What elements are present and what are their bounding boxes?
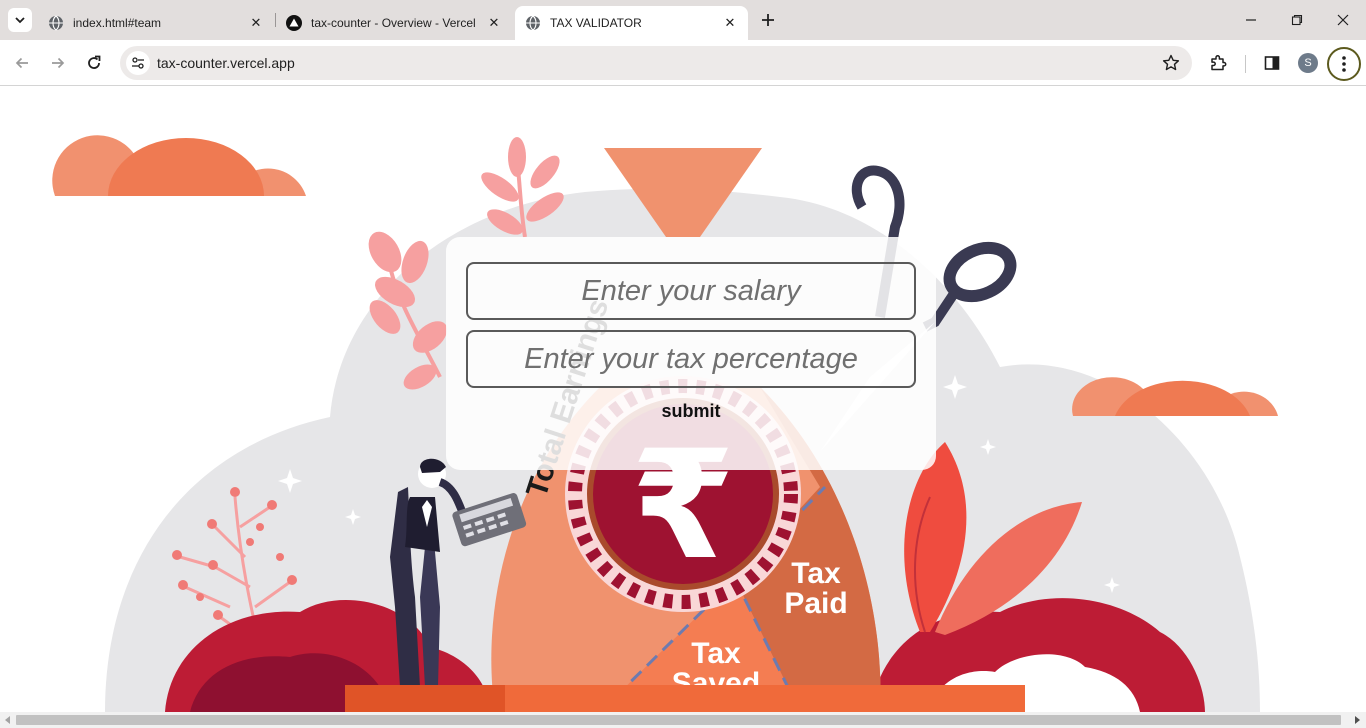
tab-vercel[interactable]: tax-counter - Overview - Vercel ✕ (276, 6, 512, 40)
toolbar-divider (1245, 55, 1246, 73)
orange-cloud-right (1072, 377, 1278, 416)
minimize-icon (1246, 19, 1256, 21)
arrow-left-icon (15, 57, 28, 69)
reload-icon (88, 55, 101, 69)
tab-strip: index.html#team ✕ tax-counter - Overview… (0, 0, 1366, 40)
tax-paid-label-line2: Paid (784, 587, 847, 620)
submit-button[interactable]: submit (641, 397, 741, 425)
minimize-button[interactable] (1228, 0, 1274, 40)
browser-menu-button[interactable] (1327, 47, 1361, 81)
close-icon[interactable]: ✕ (722, 15, 738, 31)
globe-icon (48, 15, 64, 31)
forward-button[interactable] (44, 49, 72, 77)
back-button[interactable] (8, 49, 36, 77)
address-bar[interactable]: tax-counter.vercel.app (120, 46, 1192, 80)
tab-search-button[interactable] (8, 8, 32, 32)
tab-tax-validator[interactable]: TAX VALIDATOR ✕ (515, 6, 748, 40)
tax-saved-label-line1: Tax (691, 637, 741, 670)
arrow-right-icon (52, 57, 65, 69)
plus-icon (762, 14, 774, 26)
orange-cloud-left (52, 135, 306, 196)
vercel-triangle-icon (286, 15, 302, 31)
side-panel-icon[interactable] (1260, 51, 1284, 75)
chevron-down-icon (15, 17, 25, 24)
tab-title: tax-counter - Overview - Vercel (311, 16, 476, 30)
tax-paid-label-line1: Tax (791, 557, 841, 590)
url-text: tax-counter.vercel.app (157, 55, 295, 71)
close-icon[interactable]: ✕ (248, 15, 264, 31)
profile-avatar[interactable]: S (1298, 53, 1318, 73)
scroll-left-arrow-icon[interactable] (3, 715, 13, 725)
tab-index[interactable]: index.html#team ✕ (38, 6, 274, 40)
scroll-right-arrow-icon[interactable] (1352, 715, 1362, 725)
globe-icon (525, 15, 541, 31)
tax-form-card: submit (446, 237, 936, 470)
ground-strip-shadow (345, 685, 505, 712)
tab-title: TAX VALIDATOR (550, 16, 642, 30)
site-settings-icon[interactable] (126, 51, 150, 75)
browser-toolbar: tax-counter.vercel.app S (0, 40, 1366, 86)
horizontal-scrollbar[interactable] (0, 712, 1366, 728)
restore-icon (1291, 14, 1303, 26)
new-tab-button[interactable] (757, 9, 779, 31)
salary-input[interactable] (466, 262, 916, 320)
reload-button[interactable] (80, 49, 108, 77)
tax-percentage-input[interactable] (466, 330, 916, 388)
page-viewport: ₹ Total Earnings Tax Paid Tax Saved (0, 87, 1366, 712)
close-icon (1337, 14, 1349, 26)
close-window-button[interactable] (1320, 0, 1366, 40)
tab-title: index.html#team (73, 16, 162, 30)
extensions-puzzle-icon[interactable] (1206, 51, 1230, 75)
more-vertical-icon (1342, 56, 1346, 72)
bookmark-star-icon[interactable] (1162, 54, 1180, 72)
restore-button[interactable] (1274, 0, 1320, 40)
scrollbar-thumb[interactable] (16, 715, 1341, 725)
close-icon[interactable]: ✕ (486, 15, 502, 31)
